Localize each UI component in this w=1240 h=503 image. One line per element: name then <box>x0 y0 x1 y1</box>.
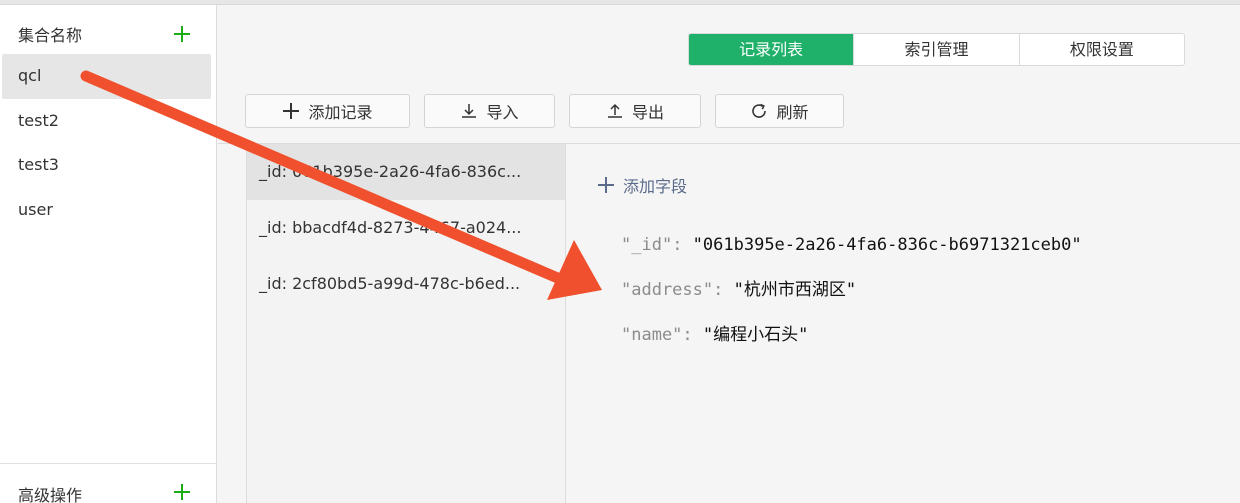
plus-icon <box>597 176 615 194</box>
field-separator: : <box>713 280 734 300</box>
plus-icon <box>282 102 300 120</box>
view-tabs: 记录列表 索引管理 权限设置 <box>688 33 1185 66</box>
field-value: "061b395e-2a26-4fa6-836c-b6971321ceb0" <box>692 235 1082 255</box>
collection-item-test2[interactable]: test2 <box>0 99 217 144</box>
field-row-name[interactable]: "name": "编程小石头" <box>621 320 1082 365</box>
upload-icon <box>606 102 624 120</box>
tab-permission-settings[interactable]: 权限设置 <box>1018 34 1184 65</box>
add-field-label: 添加字段 <box>623 177 688 196</box>
add-field-button[interactable]: 添加字段 <box>597 173 687 197</box>
collection-item-qcl[interactable]: qcl <box>2 54 211 99</box>
field-value: "杭州市西湖区" <box>733 280 857 300</box>
collection-sidebar: 集合名称 qcl test2 test3 user 高级操作 <box>0 5 217 503</box>
field-list: "_id": "061b395e-2a26-4fa6-836c-b6971321… <box>621 230 1082 365</box>
refresh-icon <box>750 102 768 120</box>
export-button[interactable]: 导出 <box>569 94 701 128</box>
field-separator: : <box>682 325 703 345</box>
field-key: "name" <box>621 325 683 345</box>
record-list: _id: 061b395e-2a26-4fa6-836c... _id: bba… <box>246 144 566 503</box>
field-value: "编程小石头" <box>702 325 809 345</box>
record-item[interactable]: _id: bbacdf4d-8273-4467-a024... <box>247 200 565 256</box>
add-advanced-op-plus-icon[interactable] <box>172 482 192 502</box>
advanced-ops-footer: 高级操作 <box>0 463 217 503</box>
add-record-label: 添加记录 <box>308 103 373 122</box>
field-key: "_id" <box>621 235 673 255</box>
advanced-ops-label: 高级操作 <box>18 486 83 503</box>
field-key: "address" <box>621 280 714 300</box>
sidebar-header: 集合名称 <box>0 17 217 47</box>
download-icon <box>460 102 478 120</box>
collection-item-test3[interactable]: test3 <box>0 143 217 188</box>
export-label: 导出 <box>631 103 664 122</box>
collection-item-user[interactable]: user <box>0 188 217 233</box>
sidebar-title: 集合名称 <box>18 26 83 45</box>
refresh-button[interactable]: 刷新 <box>715 94 844 128</box>
record-detail: 添加字段 "_id": "061b395e-2a26-4fa6-836c-b69… <box>567 144 1240 503</box>
main-panel: 记录列表 索引管理 权限设置 添加记录 导入 导出 刷新 _id: 061b39… <box>218 5 1240 503</box>
field-separator: : <box>672 235 693 255</box>
field-row-address[interactable]: "address": "杭州市西湖区" <box>621 275 1082 320</box>
tab-record-list[interactable]: 记录列表 <box>689 34 854 65</box>
collection-list: qcl test2 test3 user <box>0 54 217 232</box>
record-item[interactable]: _id: 061b395e-2a26-4fa6-836c... <box>247 144 565 200</box>
tab-index-management[interactable]: 索引管理 <box>853 34 1018 65</box>
refresh-label: 刷新 <box>776 103 809 122</box>
field-row-id[interactable]: "_id": "061b395e-2a26-4fa6-836c-b6971321… <box>621 230 1082 275</box>
record-item[interactable]: _id: 2cf80bd5-a99d-478c-b6ed... <box>247 256 565 312</box>
add-collection-plus-icon[interactable] <box>172 24 192 44</box>
import-button[interactable]: 导入 <box>424 94 555 128</box>
import-label: 导入 <box>486 103 519 122</box>
add-record-button[interactable]: 添加记录 <box>245 94 410 128</box>
